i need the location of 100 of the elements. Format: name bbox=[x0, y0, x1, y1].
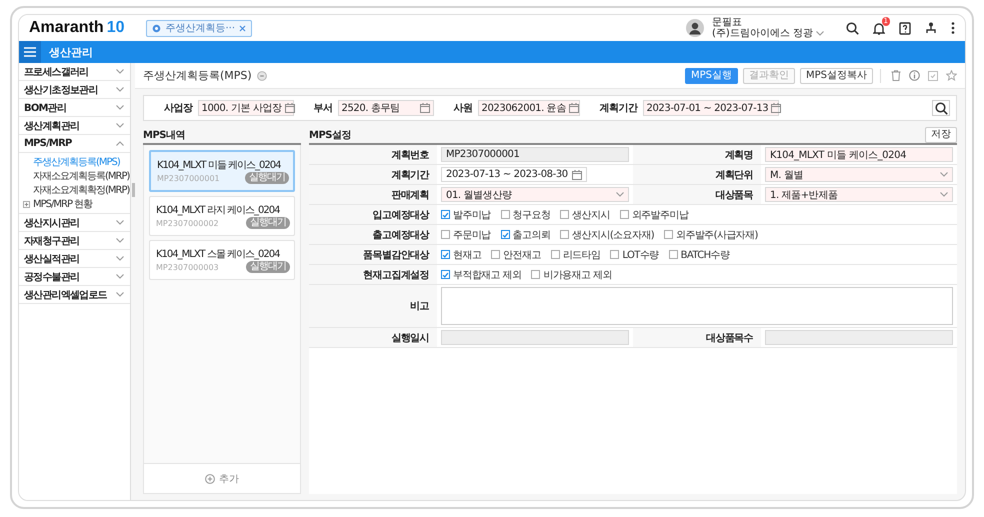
sidebar-item[interactable]: 생산기초정보관리 bbox=[19, 81, 130, 99]
input-field: MP2307000001 bbox=[441, 147, 629, 162]
checkbox[interactable] bbox=[500, 230, 510, 239]
checkbox[interactable] bbox=[560, 210, 570, 219]
search-button[interactable] bbox=[932, 100, 950, 116]
dropdown[interactable]: 01. 월별생산량 bbox=[441, 187, 629, 202]
sidebar-subitem[interactable]: 주생산계획등록(MPS) bbox=[19, 155, 130, 169]
menu-button[interactable] bbox=[19, 41, 41, 63]
checkbox[interactable] bbox=[620, 210, 629, 219]
checkbox[interactable] bbox=[560, 230, 570, 239]
close-icon[interactable] bbox=[239, 24, 246, 32]
calendar-icon[interactable] bbox=[568, 103, 579, 113]
save-button[interactable]: 저장 bbox=[925, 127, 957, 143]
field-label: 계획번호 bbox=[309, 145, 437, 164]
calendar-icon[interactable] bbox=[284, 103, 295, 113]
star-icon[interactable] bbox=[946, 70, 957, 81]
field-label: 사업장 bbox=[164, 102, 192, 115]
status-badge: 실행대기 bbox=[245, 172, 289, 184]
page-title: 주생산계획등록(MPS) bbox=[143, 68, 252, 83]
input-field[interactable]: 2520. 총무팀 bbox=[338, 100, 434, 116]
toolbar-button[interactable]: MPS설정복사 bbox=[800, 68, 873, 84]
sidebar-item[interactable]: 생산관리엑셀업로드 bbox=[19, 286, 130, 304]
checkbox-label: 주문미납 bbox=[453, 228, 491, 242]
dropdown[interactable]: M. 월별 bbox=[765, 167, 953, 182]
checkbox[interactable] bbox=[664, 230, 674, 239]
search-icon bbox=[934, 102, 948, 114]
checkbox[interactable] bbox=[441, 230, 450, 239]
checkbox-label: 출고의뢰 bbox=[512, 228, 550, 242]
plan-card[interactable]: K104_MLXT 미들 케이스_0204 MP2307000001 실행대기 bbox=[149, 150, 295, 192]
calendar-icon[interactable] bbox=[572, 170, 582, 180]
field-label: 출고예정대상 bbox=[309, 225, 437, 244]
bell-icon[interactable] bbox=[873, 22, 885, 34]
checkbox[interactable] bbox=[441, 250, 450, 259]
checkbox-label: 외주발주미납 bbox=[632, 208, 688, 222]
chevron-icon[interactable] bbox=[816, 31, 824, 36]
checkbox-label: 외주발주(사급자재) bbox=[676, 228, 758, 242]
plan-card[interactable]: K104_MLXT 스몰 케이스_0204 MP2307000003 실행대기 bbox=[149, 240, 295, 280]
dropdown[interactable]: 1. 제품+반제품 bbox=[765, 187, 953, 202]
sidebar-subitem[interactable]: 자재소요계획등록(MRP) bbox=[19, 169, 130, 183]
checkbox-label: 리드타임 bbox=[562, 248, 600, 262]
sidebar-item[interactable]: 프로세스갤러리 bbox=[19, 63, 130, 81]
input-field[interactable]: 2023-07-01 ~ 2023-07-13 bbox=[642, 100, 778, 116]
checkbox[interactable] bbox=[500, 210, 510, 219]
checkbox-icon[interactable] bbox=[928, 70, 938, 80]
field-label: 부서 bbox=[314, 102, 332, 115]
field-label: 계획기간 bbox=[600, 102, 638, 115]
sidebar-item[interactable]: BOM관리 bbox=[19, 99, 130, 117]
field-label: 계획기간 bbox=[309, 165, 437, 184]
avatar-icon[interactable] bbox=[686, 19, 704, 37]
input-field[interactable]: 2023-07-13 ~ 2023-08-30 bbox=[441, 167, 587, 182]
field-label: 실행일시 bbox=[309, 328, 437, 347]
checkbox-label: 안전재고 bbox=[503, 248, 541, 262]
checkbox-label: 발주미납 bbox=[453, 208, 491, 222]
user-name: 문필표 bbox=[712, 17, 744, 28]
sidebar-item[interactable]: 생산지시관리 bbox=[19, 214, 130, 232]
plan-code: MP2307000002 bbox=[156, 218, 219, 228]
org-chart-icon[interactable] bbox=[925, 22, 937, 34]
field-label: 입고예정대상 bbox=[309, 205, 437, 224]
checkbox-label: 부적합재고 제외 bbox=[453, 268, 522, 282]
plus-icon bbox=[205, 474, 215, 484]
more-icon[interactable] bbox=[951, 22, 955, 34]
checkbox[interactable] bbox=[668, 250, 678, 259]
sidebar-item[interactable]: MPS/MRP bbox=[19, 135, 130, 153]
add-button[interactable]: 추가 bbox=[144, 463, 300, 493]
open-tab[interactable]: 주생산계획등··· bbox=[146, 20, 252, 36]
plan-name: K104_MLXT 스몰 케이스_0204 bbox=[156, 248, 281, 261]
input-field[interactable]: 1000. 기본 사업장 bbox=[198, 100, 294, 116]
status-badge: 실행대기 bbox=[246, 261, 290, 273]
checkbox[interactable] bbox=[491, 250, 500, 259]
module-title: 생산관리 bbox=[49, 44, 93, 60]
field-label: 대상품목수 bbox=[633, 328, 761, 347]
chevron-icon bbox=[940, 192, 948, 197]
info-icon[interactable] bbox=[909, 70, 920, 81]
sidebar-item[interactable]: 생산실적관리 bbox=[19, 250, 130, 268]
field-label: 품목별감안대상 bbox=[309, 245, 437, 264]
checkbox-label: 생산지시 bbox=[572, 208, 610, 222]
input-field[interactable]: 2023062001. 윤솜 bbox=[478, 100, 580, 116]
user-company[interactable]: (주)드림아이에스 정광 bbox=[712, 28, 813, 39]
checkbox[interactable] bbox=[550, 250, 560, 259]
sidebar-item[interactable]: 자재청구관리 bbox=[19, 232, 130, 250]
field-label: 판매계획 bbox=[309, 185, 437, 204]
sidebar-item[interactable]: 생산계획관리 bbox=[19, 117, 130, 135]
help-icon[interactable] bbox=[899, 22, 911, 34]
search-icon[interactable] bbox=[846, 22, 859, 34]
calendar-icon[interactable] bbox=[771, 103, 782, 113]
checkbox-label: 생산지시(소요자재) bbox=[572, 228, 654, 242]
sidebar-item[interactable]: 공정수불관리 bbox=[19, 268, 130, 286]
checkbox[interactable] bbox=[610, 250, 620, 259]
sidebar-subitem[interactable]: MPS/MRP 현황 bbox=[19, 197, 130, 211]
resize-handle[interactable] bbox=[132, 183, 135, 197]
checkbox[interactable] bbox=[441, 210, 450, 219]
plan-code: MP2307000001 bbox=[157, 174, 220, 182]
checkbox[interactable] bbox=[531, 270, 540, 279]
trash-icon[interactable] bbox=[891, 70, 901, 81]
plan-card[interactable]: K104_MLXT 라지 케이스_0204 MP2307000002 실행대기 bbox=[149, 196, 295, 236]
plan-name: K104_MLXT 라지 케이스_0204 bbox=[156, 204, 281, 217]
sidebar-subitem[interactable]: 자재소요계획확정(MRP) bbox=[19, 183, 130, 197]
calendar-icon[interactable] bbox=[420, 103, 430, 113]
checkbox[interactable] bbox=[441, 270, 450, 279]
input-field[interactable]: K104_MLXT 미들 케이스_0204 bbox=[765, 147, 953, 162]
